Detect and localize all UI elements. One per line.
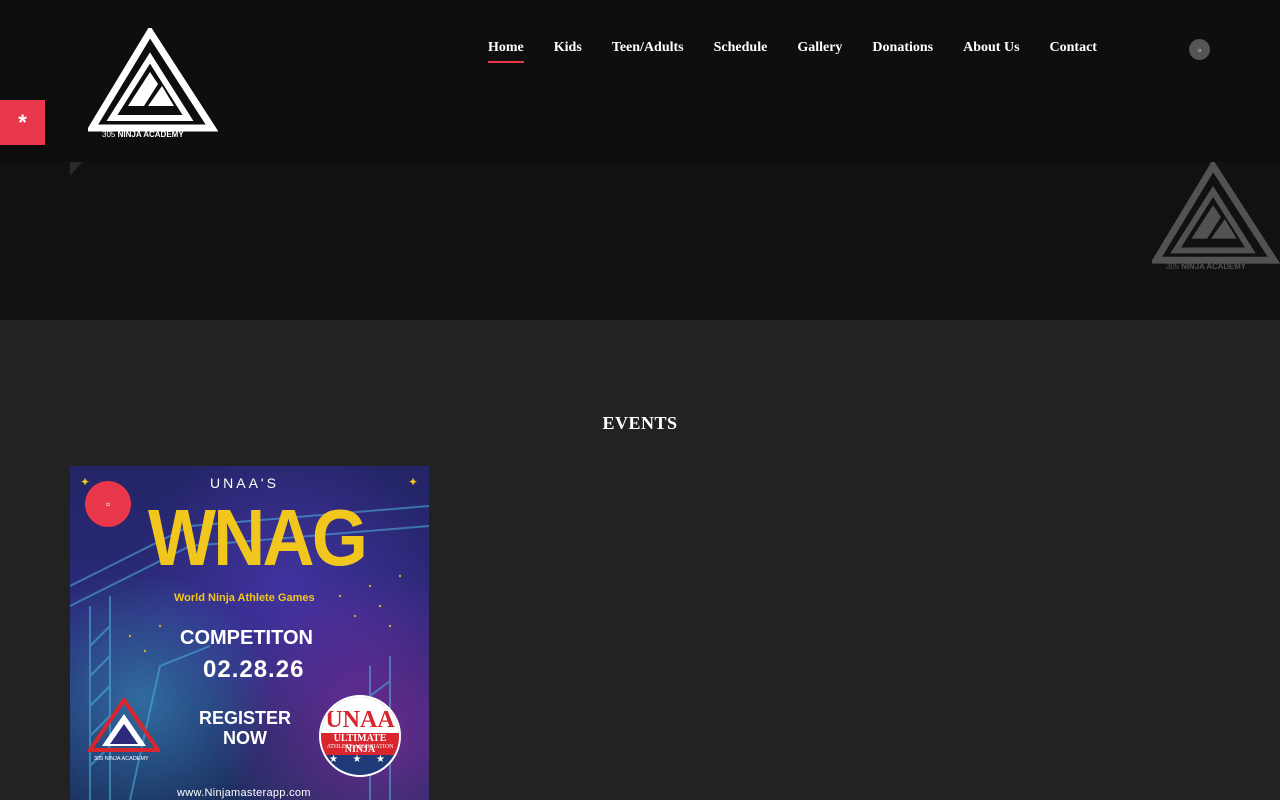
hero-logo-suffix: NINJA ACADEMY (1181, 262, 1247, 271)
hero-banner: 305 NINJA ACADEMY (0, 162, 1280, 320)
nav-item-donations[interactable]: Donations (872, 40, 933, 62)
poster-unaa-seal: UNAA ULTIMATE NINJA ATHLETE ASSOCIATION … (319, 695, 401, 777)
search-button[interactable]: ▫ (1189, 39, 1210, 60)
nav-item-teen-adults[interactable]: Teen/Adults (612, 40, 684, 62)
search-icon: ▫ (1197, 44, 1202, 55)
nav-item-kids[interactable]: Kids (554, 40, 582, 62)
logo-text: 305 NINJA ACADEMY (102, 130, 184, 139)
accessibility-button[interactable]: * (0, 100, 45, 145)
poster-headline: WNAG (148, 493, 368, 582)
event-card[interactable]: ▫ ✦ ✦ UNAA'S WNAG World Ninja Athlete Ga… (70, 466, 429, 800)
poster-cta-line2: NOW (223, 728, 267, 748)
site-logo[interactable]: 305 NINJA ACADEMY (88, 28, 218, 140)
main-nav: Home Kids Teen/Adults Schedule Gallery Donati… (488, 40, 1097, 63)
accessibility-icon: * (18, 109, 27, 135)
calendar-icon: ▫ (105, 496, 111, 511)
poster-website: www.Ninjamasterapp.com (177, 787, 311, 799)
poster-academy-logo-text: 305 NINJA ACADEMY (94, 756, 149, 762)
seal-title: UNAA (325, 707, 395, 733)
site-header: 305 NINJA ACADEMY Home Kids Teen/Adults Sch… (0, 0, 1280, 162)
poster-event-type: COMPETITON (180, 627, 313, 649)
seal-line2: ATHLETE ASSOCIATION (326, 744, 394, 750)
poster-subtitle: World Ninja Athlete Games (174, 592, 315, 604)
poster-cta-line1: REGISTER (198, 708, 291, 728)
hero-watermark-logo: 305 NINJA ACADEMY (1152, 162, 1280, 271)
hero-logo-prefix: 305 (1166, 262, 1180, 271)
hero-corner-decoration (70, 162, 82, 176)
logo-suffix: NINJA ACADEMY (118, 130, 185, 139)
nav-item-about-us[interactable]: About Us (963, 40, 1019, 62)
nav-item-contact[interactable]: Contact (1050, 40, 1097, 62)
event-badge-button[interactable]: ▫ (85, 481, 131, 527)
seal-stars: ★ ★ ★ (329, 754, 391, 765)
nav-item-schedule[interactable]: Schedule (714, 40, 768, 62)
poster-cta: REGISTER NOW (186, 708, 304, 748)
events-heading: EVENTS (602, 413, 678, 433)
poster-academy-logo: 305 NINJA ACADEMY (88, 698, 160, 762)
nav-item-home[interactable]: Home (488, 40, 524, 63)
poster-date: 02.28.26 (203, 656, 305, 683)
hero-logo-text: 305 NINJA ACADEMY (1166, 262, 1247, 271)
nav-item-gallery[interactable]: Gallery (797, 40, 842, 62)
logo-prefix: 305 (102, 130, 116, 139)
